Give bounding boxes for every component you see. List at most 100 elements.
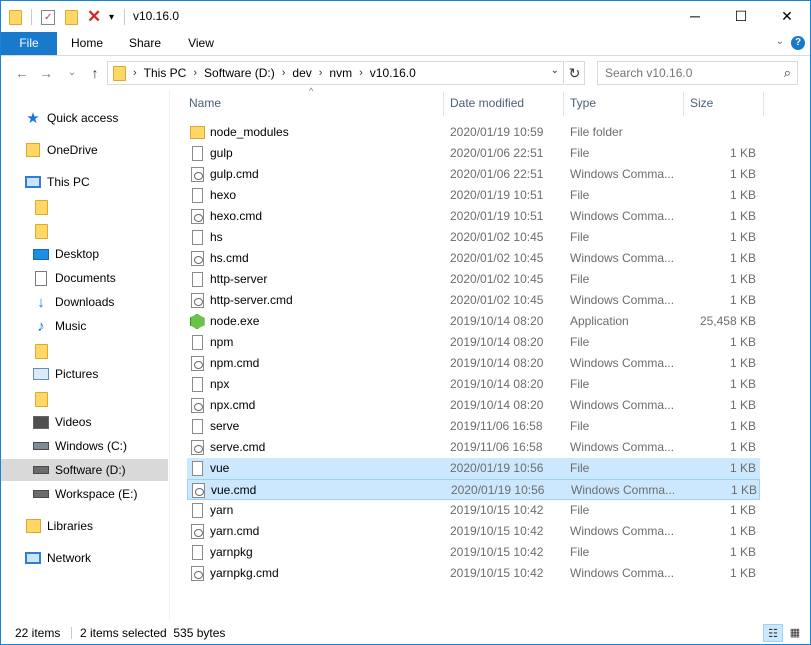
- nav-item-libraries[interactable]: Libraries: [25, 515, 93, 537]
- column-divider[interactable]: [763, 92, 764, 116]
- column-header-name[interactable]: Name: [183, 90, 442, 116]
- breadcrumb-dev[interactable]: dev: [292, 66, 311, 80]
- nav-item-onedrive[interactable]: OneDrive: [25, 139, 98, 161]
- file-name-cell[interactable]: npx.cmd: [189, 395, 443, 416]
- nav-item-network[interactable]: Network: [25, 547, 91, 569]
- file-name-cell[interactable]: gulp: [189, 143, 443, 164]
- file-name-cell[interactable]: npm.cmd: [189, 353, 443, 374]
- file-name-cell[interactable]: node_modules: [189, 122, 443, 143]
- file-name-cell[interactable]: hs.cmd: [189, 248, 443, 269]
- maximize-button[interactable]: ☐: [718, 1, 764, 31]
- file-name-cell[interactable]: hs: [189, 227, 443, 248]
- help-icon[interactable]: ?: [791, 36, 805, 50]
- file-name-cell[interactable]: yarnpkg: [189, 542, 443, 563]
- nav-item-desktop[interactable]: Desktop: [33, 243, 99, 265]
- tab-view[interactable]: View: [177, 32, 225, 55]
- nav-item-videos[interactable]: Videos: [33, 411, 91, 433]
- file-name-cell[interactable]: yarn: [189, 500, 443, 521]
- nav-item-pictures[interactable]: Pictures: [33, 363, 98, 385]
- file-row[interactable]: yarnpkg.cmd 2019/10/15 10:42 Windows Comma…: [187, 563, 760, 584]
- file-row[interactable]: hexo 2020/01/19 10:51 File 1 KB: [187, 185, 760, 206]
- search-icon[interactable]: ⌕: [784, 65, 791, 81]
- file-name-cell[interactable]: vue.cmd: [190, 480, 444, 501]
- file-row[interactable]: gulp.cmd 2020/01/06 22:51 Windows Comma...…: [187, 164, 760, 185]
- nav-item-workspace-e[interactable]: Workspace (E:): [33, 483, 137, 505]
- file-name-cell[interactable]: hexo.cmd: [189, 206, 443, 227]
- minimize-button[interactable]: ─: [672, 1, 718, 31]
- file-name-cell[interactable]: npm: [189, 332, 443, 353]
- tab-file[interactable]: File: [1, 32, 57, 55]
- forward-button[interactable]: →: [36, 63, 56, 83]
- file-row[interactable]: gulp 2020/01/06 22:51 File 1 KB: [187, 143, 760, 164]
- file-name-cell[interactable]: node.exe: [189, 311, 443, 332]
- file-name-cell[interactable]: http-server.cmd: [189, 290, 443, 311]
- file-row[interactable]: node_modules 2020/01/19 10:59 File folder: [187, 122, 760, 143]
- file-name-cell[interactable]: http-server: [189, 269, 443, 290]
- file-name-cell[interactable]: vue: [189, 458, 443, 479]
- file-row[interactable]: hs.cmd 2020/01/02 10:45 Windows Comma... 1 …: [187, 248, 760, 269]
- nav-item-quick-access[interactable]: ★ Quick access: [25, 107, 118, 129]
- nav-item-folder[interactable]: [33, 340, 55, 362]
- file-row[interactable]: yarn.cmd 2019/10/15 10:42 Windows Comma...…: [187, 521, 760, 542]
- close-button[interactable]: ✕: [764, 1, 810, 31]
- breadcrumb-software-d[interactable]: Software (D:): [204, 66, 275, 80]
- nav-item-software-d[interactable]: Software (D:): [1, 459, 168, 481]
- nav-item-windows-c[interactable]: Windows (C:): [33, 435, 127, 457]
- tab-home[interactable]: Home: [61, 32, 113, 55]
- back-button[interactable]: ←: [12, 63, 32, 83]
- address-bar[interactable]: › This PC › Software (D:) › dev › nvm › …: [107, 61, 564, 85]
- file-row[interactable]: vue 2020/01/19 10:56 File 1 KB: [187, 458, 760, 479]
- column-header-type[interactable]: Type: [564, 90, 682, 116]
- nav-item-documents[interactable]: Documents: [33, 267, 116, 289]
- file-name-cell[interactable]: hexo: [189, 185, 443, 206]
- file-row[interactable]: npm 2019/10/14 08:20 File 1 KB: [187, 332, 760, 353]
- nav-item-this-pc[interactable]: This PC: [25, 171, 90, 193]
- chevron-right-icon[interactable]: ›: [282, 67, 286, 79]
- customize-dropdown-icon[interactable]: ▾: [109, 7, 114, 27]
- expand-ribbon-icon[interactable]: ⌄: [776, 36, 784, 47]
- address-dropdown-icon[interactable]: ⌄: [551, 65, 559, 76]
- file-name-cell[interactable]: gulp.cmd: [189, 164, 443, 185]
- file-row[interactable]: npx.cmd 2019/10/14 08:20 Windows Comma... 1…: [187, 395, 760, 416]
- chevron-right-icon[interactable]: ›: [193, 67, 197, 79]
- nav-item-downloads[interactable]: ↓ Downloads: [33, 291, 114, 313]
- breadcrumb-this-pc[interactable]: This PC: [144, 66, 187, 80]
- recent-locations-button[interactable]: ⌄: [62, 63, 82, 83]
- nav-item-folder[interactable]: [33, 220, 55, 242]
- details-view-button[interactable]: ☷: [763, 624, 783, 642]
- column-header-date[interactable]: Date modified: [444, 90, 562, 116]
- file-name-cell[interactable]: yarn.cmd: [189, 521, 443, 542]
- search-input[interactable]: [605, 63, 775, 83]
- nav-item-music[interactable]: ♪ Music: [33, 315, 86, 337]
- chevron-right-icon[interactable]: ›: [133, 67, 137, 79]
- file-name-cell[interactable]: npx: [189, 374, 443, 395]
- chevron-right-icon[interactable]: ›: [319, 67, 323, 79]
- file-row[interactable]: yarnpkg 2019/10/15 10:42 File 1 KB: [187, 542, 760, 563]
- refresh-button[interactable]: ↻: [565, 61, 585, 85]
- tab-share[interactable]: Share: [119, 32, 171, 55]
- breadcrumb-v10-16-0[interactable]: v10.16.0: [370, 66, 416, 80]
- search-box[interactable]: ⌕: [597, 61, 798, 85]
- chevron-right-icon[interactable]: ›: [359, 67, 363, 79]
- file-row[interactable]: hexo.cmd 2020/01/19 10:51 Windows Comma...…: [187, 206, 760, 227]
- file-name-cell[interactable]: serve.cmd: [189, 437, 443, 458]
- file-row[interactable]: http-server.cmd 2020/01/02 10:45 Windows C…: [187, 290, 760, 311]
- file-row[interactable]: vue.cmd 2020/01/19 10:56 Windows Comma... 1…: [187, 479, 760, 500]
- column-header-size[interactable]: Size: [684, 90, 762, 116]
- file-row[interactable]: yarn 2019/10/15 10:42 File 1 KB: [187, 500, 760, 521]
- file-row[interactable]: npx 2019/10/14 08:20 File 1 KB: [187, 374, 760, 395]
- up-button[interactable]: ↑: [85, 63, 105, 83]
- nav-item-folder[interactable]: [33, 388, 55, 410]
- new-folder-icon[interactable]: [65, 7, 78, 27]
- nav-item-folder[interactable]: [33, 196, 55, 218]
- properties-icon[interactable]: ✓: [41, 7, 55, 27]
- file-row[interactable]: npm.cmd 2019/10/14 08:20 Windows Comma... 1…: [187, 353, 760, 374]
- file-name-cell[interactable]: yarnpkg.cmd: [189, 563, 443, 584]
- delete-icon[interactable]: ✕: [87, 7, 101, 27]
- file-name-cell[interactable]: serve: [189, 416, 443, 437]
- file-row[interactable]: node.exe 2019/10/14 08:20 Application 25,45…: [187, 311, 760, 332]
- file-row[interactable]: serve 2019/11/06 16:58 File 1 KB: [187, 416, 760, 437]
- file-row[interactable]: hs 2020/01/02 10:45 File 1 KB: [187, 227, 760, 248]
- file-row[interactable]: http-server 2020/01/02 10:45 File 1 KB: [187, 269, 760, 290]
- breadcrumb-nvm[interactable]: nvm: [329, 66, 352, 80]
